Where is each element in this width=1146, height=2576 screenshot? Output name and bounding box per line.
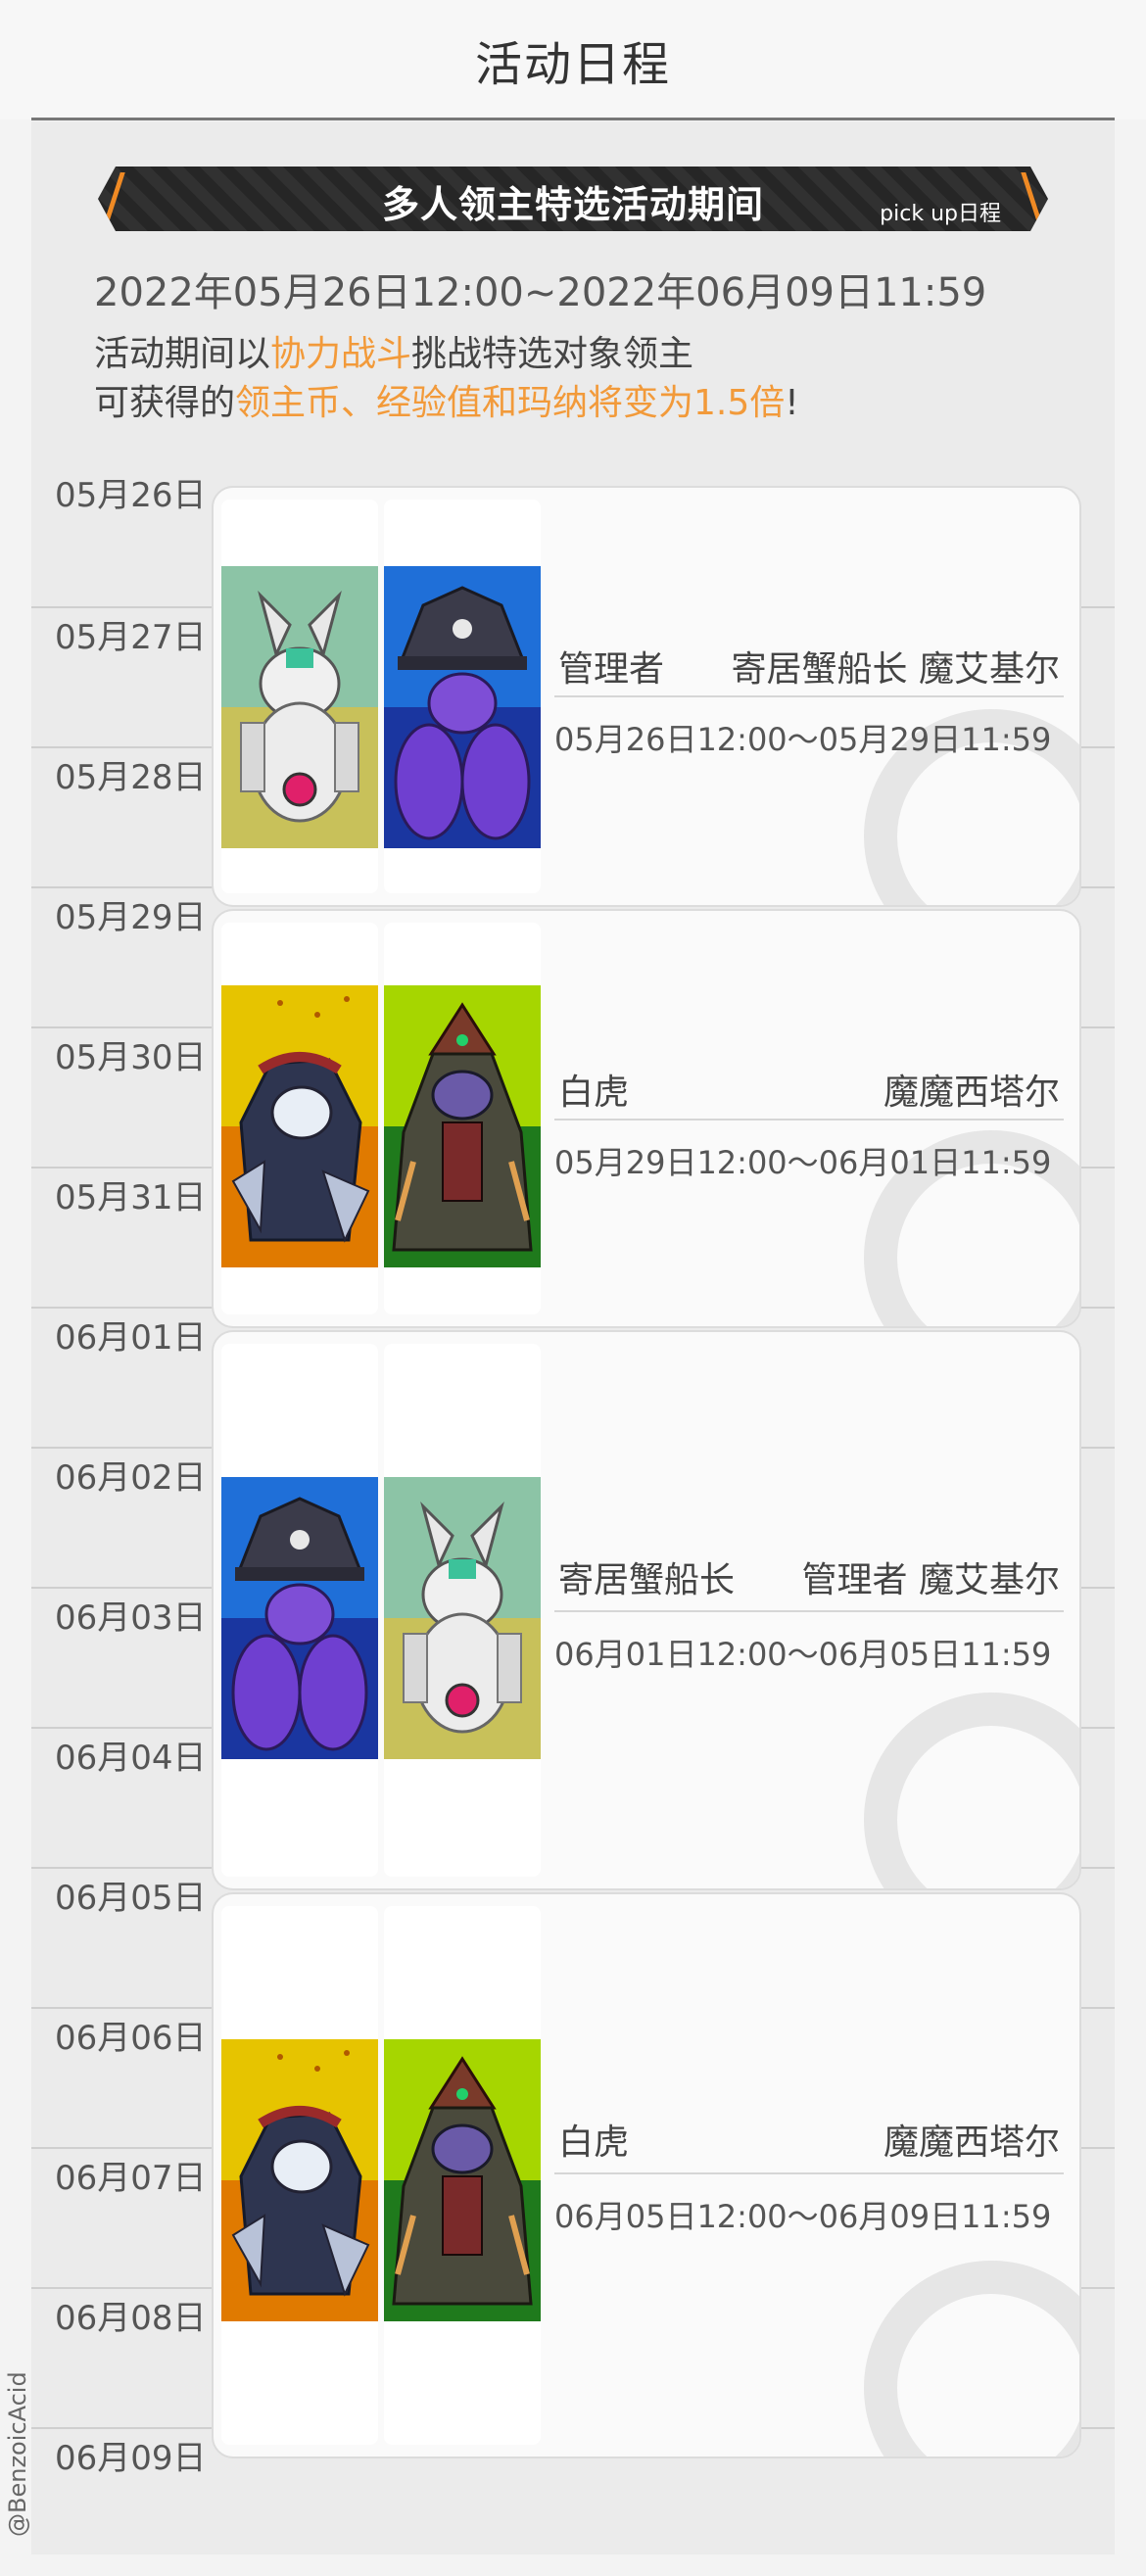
- date-label: 05月31日: [55, 1178, 207, 1217]
- boss-name-secondary: 魔魔西塔尔: [883, 2123, 1060, 2163]
- card-time-range: 05月26日12:00～05月29日11:59: [554, 721, 1052, 758]
- event-period: 2022年05月26日12:00~2022年06月09日11:59: [94, 270, 987, 315]
- date-label: 05月29日: [55, 898, 207, 937]
- date-label: 06月01日: [55, 1318, 207, 1358]
- date-label: 06月07日: [55, 2159, 207, 2198]
- description-text: !: [785, 383, 799, 423]
- portrait-slot: [221, 1906, 378, 2445]
- page-title: 活动日程: [474, 37, 671, 92]
- date-label: 05月30日: [55, 1038, 207, 1077]
- card-divider: [554, 2172, 1064, 2174]
- author-credit: @BenzoicAcid: [4, 2371, 31, 2537]
- boss-schedule-card[interactable]: 管理者 寄居蟹船长 魔艾基尔 05月26日12:00～05月29日11:59: [212, 486, 1081, 907]
- boss-name-secondary: 魔魔西塔尔: [883, 1073, 1060, 1113]
- header-divider: [31, 118, 1115, 120]
- portrait-slot: [384, 500, 541, 893]
- boss-name: 寄居蟹船长: [558, 1560, 736, 1600]
- boss-schedule-card[interactable]: 寄居蟹船长 管理者 魔艾基尔 06月01日12:00～06月05日11:59: [212, 1330, 1081, 1890]
- description-text: 挑战特选对象领主: [411, 334, 694, 374]
- event-banner: 多人领主特选活动期间 pick up日程: [98, 167, 1048, 231]
- pirate-crab-portrait: [384, 566, 541, 848]
- demon-lord-portrait: [384, 985, 541, 1267]
- date-label: 06月06日: [55, 2019, 207, 2058]
- banner-subtitle: pick up日程: [880, 202, 1001, 226]
- card-divider: [554, 695, 1064, 697]
- date-label: 06月03日: [55, 1598, 207, 1638]
- date-label: 06月04日: [55, 1739, 207, 1778]
- boss-name-secondary: 管理者 魔艾基尔: [801, 1560, 1060, 1600]
- date-label: 05月28日: [55, 758, 207, 797]
- description-highlight: 协力战斗: [270, 334, 412, 374]
- portrait-slot: [384, 1906, 541, 2445]
- description-text: 活动期间以: [94, 334, 271, 374]
- portrait-slot: [384, 1344, 541, 1877]
- boss-name: 白虎: [558, 1073, 630, 1113]
- boss-schedule-card[interactable]: 白虎 魔魔西塔尔 05月29日12:00～06月01日11:59: [212, 909, 1081, 1328]
- app-header: 活动日程: [0, 0, 1146, 120]
- date-label: 06月09日: [55, 2439, 207, 2478]
- boss-name: 管理者: [558, 649, 665, 690]
- logo-watermark-icon: [864, 2261, 1079, 2457]
- boss-schedule-card[interactable]: 白虎 魔魔西塔尔 06月05日12:00～06月09日11:59: [212, 1892, 1081, 2458]
- card-time-range: 06月05日12:00～06月09日11:59: [554, 2198, 1052, 2235]
- white-beast-portrait: [384, 1477, 541, 1759]
- card-time-range: 06月01日12:00～06月05日11:59: [554, 1636, 1052, 1673]
- date-label: 05月27日: [55, 618, 207, 657]
- description-text: 可获得的: [94, 383, 236, 423]
- portrait-slot: [384, 923, 541, 1314]
- date-label: 06月08日: [55, 2299, 207, 2338]
- white-beast-portrait: [221, 566, 378, 848]
- card-time-range: 05月29日12:00～06月01日11:59: [554, 1144, 1052, 1181]
- card-divider: [554, 1610, 1064, 1612]
- white-tiger-portrait: [221, 985, 378, 1267]
- date-label: 06月05日: [55, 1879, 207, 1918]
- portrait-slot: [221, 500, 378, 893]
- card-divider: [554, 1119, 1064, 1121]
- description-highlight: 领主币、经验值和玛纳将变为1.5倍: [235, 383, 786, 423]
- description-line-1: 活动期间以协力战斗挑战特选对象领主: [94, 325, 693, 376]
- date-label: 06月02日: [55, 1458, 207, 1498]
- boss-name-secondary: 寄居蟹船长 魔艾基尔: [731, 649, 1060, 690]
- pirate-crab-portrait: [221, 1477, 378, 1759]
- description-line-2: 可获得的领主币、经验值和玛纳将变为1.5倍!: [94, 374, 799, 425]
- white-tiger-portrait: [221, 2039, 378, 2321]
- date-label: 05月26日: [55, 476, 207, 515]
- logo-watermark-icon: [864, 1693, 1079, 1888]
- boss-name: 白虎: [558, 2123, 630, 2163]
- portrait-slot: [221, 923, 378, 1314]
- portrait-slot: [221, 1344, 378, 1877]
- demon-lord-portrait: [384, 2039, 541, 2321]
